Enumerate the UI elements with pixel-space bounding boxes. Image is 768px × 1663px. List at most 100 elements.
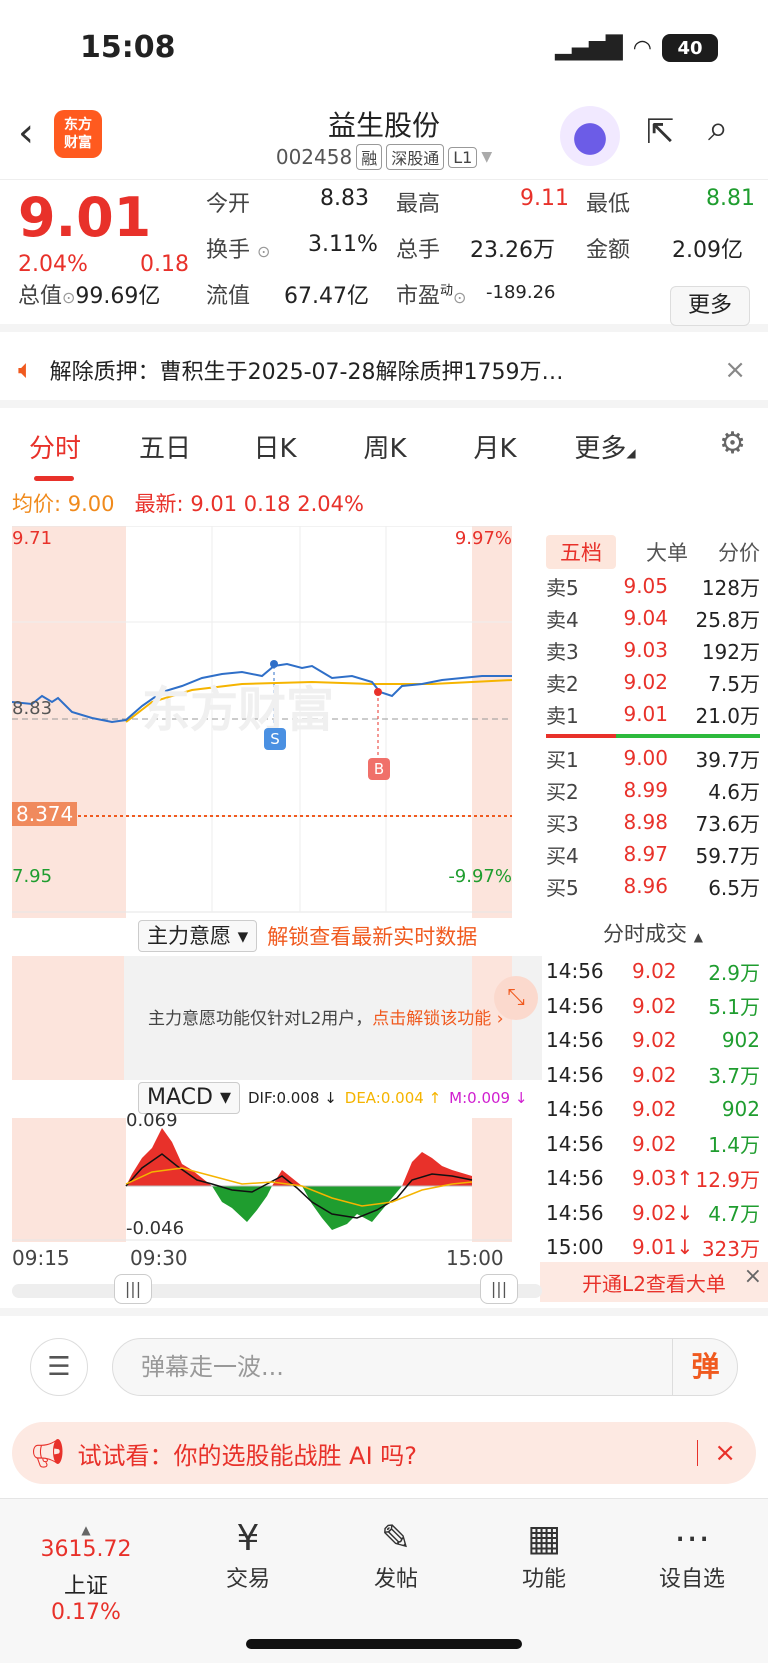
nav-function-label: 功能 <box>521 1567 566 1592</box>
ask-row[interactable]: 卖2 9.02 7.5万 <box>546 666 760 698</box>
bid-row[interactable]: 买3 8.98 73.6万 <box>546 806 760 838</box>
gear-icon[interactable]: ⚙ <box>719 426 746 461</box>
trade-row: 14:56 9.02 1.4万 <box>546 1127 760 1162</box>
tab-monthly[interactable]: 月K <box>440 428 550 465</box>
promo-text[interactable]: 试试看：你的选股能战胜 AI 吗? <box>78 1436 698 1471</box>
nav-function[interactable]: ▦ 功能 <box>494 1517 594 1593</box>
level-price: 9.04 <box>623 606 668 630</box>
trade-time: 14:56 <box>546 993 604 1018</box>
y-bottom-right: -9.97% <box>448 866 512 887</box>
index-ticker[interactable]: ▲ 3615.72 上证 0.17% <box>26 1523 146 1625</box>
bid-row[interactable]: 买2 8.99 4.6万 <box>546 774 760 806</box>
trade-time: 14:56 <box>546 959 604 984</box>
ask-row[interactable]: 卖4 9.04 25.8万 <box>546 602 760 634</box>
trade-row: 14:56 9.02 5.1万 <box>546 989 760 1024</box>
turnover-value: 3.11% <box>308 232 378 257</box>
pre-market-shade <box>12 956 124 1080</box>
chevron-down-icon[interactable]: ▼ <box>481 149 492 165</box>
float-value: 67.47亿 <box>284 284 369 309</box>
tab-5day[interactable]: 五日 <box>110 428 220 465</box>
info-icon[interactable]: ⊙ <box>453 288 466 307</box>
close-icon[interactable]: × <box>724 355 746 385</box>
tab-more[interactable]: 更多◢ <box>550 428 660 465</box>
promo-banner[interactable]: 📢︎ 试试看：你的选股能战胜 AI 吗? × <box>12 1422 756 1484</box>
trade-price: 9.02 <box>632 993 677 1018</box>
trade-row: 14:56 9.02↓ 4.7万 <box>546 1196 760 1231</box>
tab-price-dist[interactable]: 分价 <box>718 537 760 567</box>
buy-marker[interactable]: B <box>368 758 390 780</box>
unlock-feature-link[interactable]: 点击解锁该功能 <box>372 1009 491 1029</box>
trade-price: 9.02 <box>632 1062 677 1087</box>
macd-name: MACD <box>147 1085 213 1110</box>
home-indicator <box>246 1639 522 1649</box>
close-icon[interactable]: × <box>744 1264 762 1289</box>
change-amount: 0.18 <box>140 252 189 277</box>
notice-text[interactable]: 解除质押：曹积生于2025-07-28解除质押1759万… <box>50 354 725 386</box>
search-icon[interactable]: ⌕ <box>708 108 728 150</box>
range-slider[interactable]: ||| ||| <box>12 1274 542 1304</box>
tab-weekly[interactable]: 周K <box>330 428 440 465</box>
bid-row[interactable]: 买1 9.00 39.7万 <box>546 742 760 774</box>
last-price: 9.01 <box>18 186 152 249</box>
cost-line-label: 8.374 <box>12 802 78 826</box>
trade-time: 14:56 <box>546 1097 604 1122</box>
level-price: 8.97 <box>623 842 668 866</box>
macd-chart[interactable]: 0.069 -0.046 <box>12 1110 542 1242</box>
trade-ticks[interactable]: 分时成交 ▲ 14:56 9.02 2.9万 14:56 9.02 5.1万 14:56 9.… <box>546 918 760 1265</box>
danmaku-input[interactable]: 弹幕走一波... <box>112 1338 738 1396</box>
ai-assistant-icon[interactable] <box>560 106 620 166</box>
tab-level5[interactable]: 五档 <box>546 535 616 569</box>
slider-handle-left[interactable]: ||| <box>114 1274 152 1304</box>
edit-icon: ✎ <box>380 1518 412 1559</box>
level-volume: 6.5万 <box>708 875 760 900</box>
comment-list-icon[interactable]: ☰ <box>30 1338 88 1396</box>
ask-row[interactable]: 卖1 9.01 21.0万 <box>546 698 760 730</box>
main-force-panel: 主力意愿功能仅针对L2用户，点击解锁该功能 › ⤡ <box>12 956 542 1080</box>
tab-daily[interactable]: 日K <box>220 428 330 465</box>
status-icons: ▂▄▆█ ◠ 40 <box>555 34 718 62</box>
sell-marker[interactable]: S <box>264 728 286 750</box>
signal-icon: ▂▄▆█ <box>555 35 623 61</box>
level-label: 买2 <box>546 779 579 804</box>
intraday-chart[interactable]: 东方财富 9.71 9.97% 7.95 -9.97% 8.83 8.374 S… <box>12 526 542 918</box>
close-icon[interactable]: × <box>714 1438 736 1468</box>
nav-add-watchlist[interactable]: ⋯ 设自选 <box>642 1517 742 1593</box>
level-price: 8.98 <box>623 810 668 834</box>
indicator-dropdown[interactable]: 主力意愿 ▾ <box>138 920 258 952</box>
index-value: 3615.72 <box>40 1537 132 1562</box>
bid-row[interactable]: 买4 8.97 59.7万 <box>546 838 760 870</box>
nav-trade[interactable]: ¥ 交易 <box>198 1517 298 1593</box>
trades-title[interactable]: 分时成交 ▲ <box>546 918 760 954</box>
bid-row[interactable]: 买5 8.96 6.5万 <box>546 870 760 902</box>
l2-upgrade-banner[interactable]: 开通L2查看大单 × <box>540 1262 768 1302</box>
info-icon[interactable]: ⊙ <box>257 242 270 261</box>
trade-volume: 3.7万 <box>708 1064 760 1089</box>
nav-post[interactable]: ✎ 发帖 <box>346 1517 446 1593</box>
share-icon[interactable]: ⇱ <box>646 112 675 152</box>
battery-icon: 40 <box>662 34 718 62</box>
unlock-link[interactable]: 解锁查看最新实时数据 <box>267 921 477 951</box>
level-label: 卖3 <box>546 639 579 664</box>
change-percent: 2.04% <box>18 252 88 277</box>
ask-row[interactable]: 卖3 9.03 192万 <box>546 634 760 666</box>
more-icon: ⋯ <box>674 1518 710 1559</box>
book-separator <box>546 734 760 738</box>
slider-handle-right[interactable]: ||| <box>480 1274 518 1304</box>
tab-big-orders[interactable]: 大单 <box>646 537 688 567</box>
nav-post-label: 发帖 <box>373 1567 418 1592</box>
more-button[interactable]: 更多 <box>670 286 750 326</box>
info-icon[interactable]: ⊙ <box>62 288 75 307</box>
stock-code: 002458 <box>275 145 353 169</box>
quote-panel: 9.01 2.04% 0.18 今开 8.83 最高 9.11 最低 8.81 … <box>0 182 768 332</box>
expand-icon[interactable]: ⤡ <box>494 976 538 1020</box>
notice-bar[interactable]: 🔈︎ 解除质押：曹积生于2025-07-28解除质押1759万… × <box>0 340 768 408</box>
level-price: 8.96 <box>623 874 668 898</box>
level-volume: 128万 <box>701 575 760 600</box>
time-0930: 09:30 <box>130 1246 188 1270</box>
ask-row[interactable]: 卖5 9.05 128万 <box>546 570 760 602</box>
danmaku-send-button[interactable]: 弹 <box>672 1338 738 1396</box>
tab-intraday[interactable]: 分时 <box>0 428 110 481</box>
trade-volume: 902 <box>721 1028 760 1053</box>
trade-volume: 1.4万 <box>708 1133 760 1158</box>
y-bottom-left: 7.95 <box>12 866 53 887</box>
